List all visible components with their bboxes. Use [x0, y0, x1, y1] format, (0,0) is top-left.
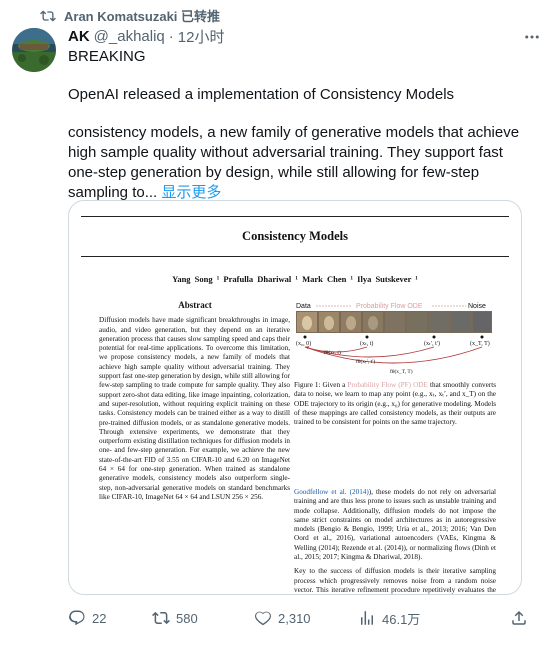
body-column-right: Goodfellow et al. (2014)), these models … [294, 488, 496, 594]
fig-point-xT: (x_T, T) [470, 340, 490, 347]
fig-label-noise: Noise [468, 303, 486, 310]
caption-prefix: Figure 1: Given a [294, 381, 348, 389]
abstract-column: Abstract Diffusion models have made sign… [97, 300, 293, 502]
figure-1: Data Probability Flow ODE Noise (x₀, 0) … [294, 301, 496, 459]
tweet-line-body: consistency models, a new family of gene… [68, 123, 528, 203]
paper-screenshot: Consistency Models Yang Song ¹ Prafulla … [69, 201, 521, 594]
show-more-link[interactable]: 显示更多 [161, 184, 221, 201]
author-handle[interactable]: @_akhaliq [94, 28, 165, 45]
views-button[interactable]: 46.1万 [358, 609, 438, 628]
figure-caption: Figure 1: Given a Probability Flow (PF) … [294, 381, 496, 427]
reply-count: 22 [92, 610, 107, 626]
views-count: 46.1万 [382, 611, 421, 627]
tweet-body-text: consistency models, a new family of gene… [68, 124, 520, 201]
retweet-icon [152, 609, 170, 627]
body-paragraph-1: Goodfellow et al. (2014)), these models … [294, 488, 496, 562]
fig-point-xt: (xₜ, t) [360, 340, 373, 347]
title-rule-top [81, 216, 509, 217]
paper-title: Consistency Models [242, 229, 348, 243]
tweet-text: BREAKING OpenAI released a implementatio… [68, 47, 528, 203]
abstract-body: Diffusion models have made significant b… [99, 316, 290, 501]
timestamp[interactable]: 12小时 [178, 26, 225, 47]
figure-diagram: Data Probability Flow ODE Noise (x₀, 0) … [296, 303, 492, 375]
fig-arrow-1-label: fθ(xₜ, t) [324, 349, 341, 356]
retweet-button[interactable]: 580 [152, 609, 242, 627]
reply-icon [68, 609, 86, 627]
fig-arrow-2-label: fθ(xₜ′, t′) [356, 358, 375, 365]
figure-column: Data Probability Flow ODE Noise (x₀, 0) … [294, 301, 496, 459]
body-paragraph-2: Key to the success of diffusion models i… [294, 567, 496, 594]
citation-goodfellow: Goodfellow et al. (2014) [294, 488, 369, 496]
media-image[interactable]: Consistency Models Yang Song ¹ Prafulla … [68, 200, 522, 595]
paper-authors: Yang Song ¹ Prafulla Dhariwal ¹ Mark Che… [172, 274, 418, 284]
more-icon[interactable] [522, 27, 542, 47]
avatar-image [12, 28, 56, 72]
like-icon [254, 609, 272, 627]
separator: · [168, 28, 174, 45]
tweet-line-breaking: BREAKING [68, 48, 146, 65]
share-button[interactable] [510, 609, 528, 627]
fig-label-data: Data [296, 303, 311, 310]
author-name[interactable]: AK [68, 28, 90, 45]
retweet-count: 580 [176, 610, 198, 626]
retweet-context[interactable]: Aran Komatsuzaki 已转推 [40, 6, 220, 25]
share-icon [510, 609, 528, 627]
body-paragraph-1-text: ), these models do not rely on adversari… [294, 488, 497, 562]
action-bar: 22 580 2,310 46.1万 [68, 607, 528, 629]
caption-highlight: Probability Flow (PF) ODE [347, 381, 428, 389]
avatar[interactable] [12, 28, 56, 72]
like-button[interactable]: 2,310 [254, 609, 346, 627]
title-rule-bottom [81, 256, 509, 257]
trajectory-images [296, 311, 492, 333]
tweet-header: AK @_akhaliq · 12小时 [68, 26, 542, 47]
fig-label-ode: Probability Flow ODE [356, 303, 423, 310]
fig-point-xtp: (xₜ′, t′) [424, 340, 440, 347]
views-icon [358, 609, 376, 627]
abstract-heading: Abstract [178, 300, 212, 310]
retweet-icon [40, 8, 56, 24]
retweet-label: Aran Komatsuzaki 已转推 [64, 9, 221, 24]
like-count: 2,310 [278, 610, 311, 626]
tweet-line-headline: OpenAI released a implementation of Cons… [68, 86, 455, 103]
fig-point-x0: (x₀, 0) [296, 340, 311, 347]
reply-button[interactable]: 22 [68, 609, 140, 627]
fig-arrow-3-label: fθ(x_T, T) [390, 368, 413, 375]
